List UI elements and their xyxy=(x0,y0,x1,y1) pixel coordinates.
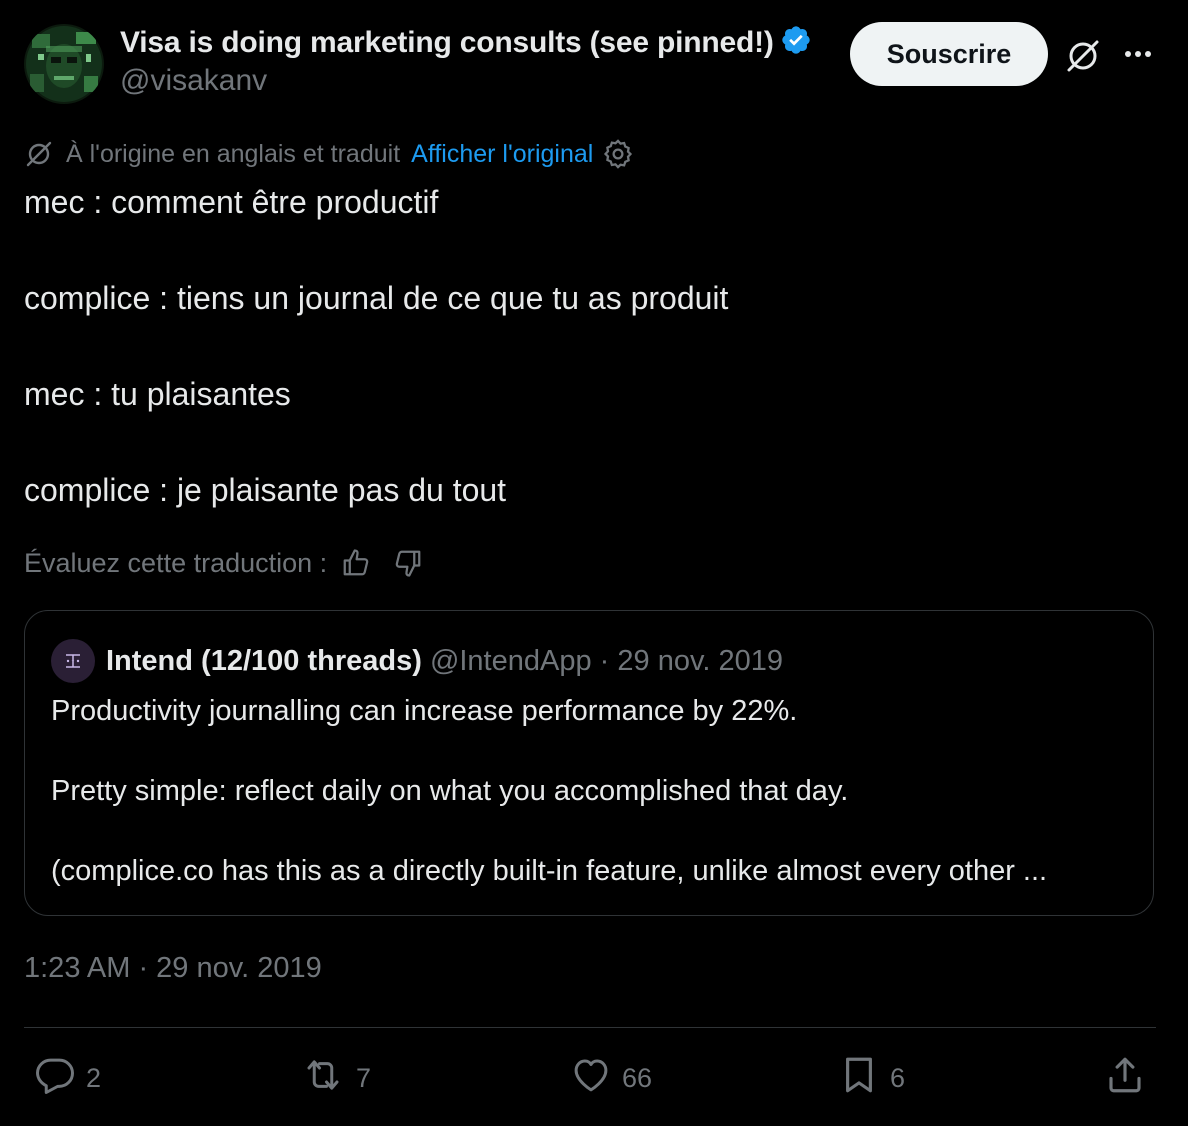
author-name-text: Visa is doing marketing consults (see pi… xyxy=(120,26,774,59)
share-icon xyxy=(1104,1054,1146,1103)
bookmark-button[interactable]: 6 xyxy=(838,1056,905,1100)
verified-badge-icon[interactable] xyxy=(780,24,812,64)
author-name[interactable]: Visa is doing marketing consults (see pi… xyxy=(120,24,812,64)
quote-line: (complice.co has this as a directly buil… xyxy=(51,855,1048,887)
bookmark-count: 6 xyxy=(890,1062,906,1093)
author-handle[interactable]: @visakanv xyxy=(120,64,267,98)
quote-author-handle[interactable]: @IntendApp xyxy=(430,645,592,677)
grok-icon[interactable] xyxy=(1063,36,1103,76)
reply-count: 2 xyxy=(86,1062,102,1093)
bookmark-icon xyxy=(838,1054,880,1103)
reply-icon xyxy=(34,1054,76,1103)
tweet-line: complice : je plaisante pas du tout xyxy=(24,472,507,508)
translation-note: À l'origine en anglais et traduit xyxy=(66,139,401,168)
more-icon[interactable] xyxy=(1118,36,1158,76)
quote-line: Pretty simple: reflect daily on what you… xyxy=(51,775,849,807)
heart-icon xyxy=(570,1054,612,1103)
tweet-line: complice : tiens un journal de ce que tu… xyxy=(24,280,729,316)
retweet-button[interactable]: 7 xyxy=(300,1056,371,1100)
quote-header: Intend (12/100 threads) @IntendApp · 29 … xyxy=(106,641,783,681)
like-count: 66 xyxy=(622,1062,653,1093)
grok-translate-icon xyxy=(24,139,54,169)
tweet-text: mec : comment être productif complice : … xyxy=(24,178,1154,514)
quote-text: Productivity journalling can increase pe… xyxy=(51,691,1131,891)
thumbs-up-icon[interactable] xyxy=(341,548,371,578)
retweet-icon xyxy=(300,1054,346,1103)
retweet-count: 7 xyxy=(356,1062,372,1093)
quote-avatar[interactable]: I xyxy=(51,639,95,683)
subscribe-button[interactable]: Souscrire xyxy=(850,22,1048,86)
like-button[interactable]: 66 xyxy=(570,1056,652,1100)
gear-icon[interactable] xyxy=(603,139,633,169)
tweet: Visa is doing marketing consults (see pi… xyxy=(0,0,1188,1126)
quote-line: Productivity journalling can increase pe… xyxy=(51,695,798,727)
show-original-link[interactable]: Afficher l'original xyxy=(411,140,593,169)
divider xyxy=(24,1027,1156,1028)
reply-button[interactable]: 2 xyxy=(34,1056,101,1100)
tweet-line: mec : tu plaisantes xyxy=(24,376,291,412)
author-avatar[interactable] xyxy=(24,24,104,104)
quote-separator: · xyxy=(599,645,610,677)
rate-translation-label: Évaluez cette traduction : xyxy=(24,547,328,578)
quote-author-name[interactable]: Intend (12/100 threads) xyxy=(106,645,422,677)
tweet-timestamp[interactable]: 1:23 AM · 29 nov. 2019 xyxy=(24,952,322,985)
rate-translation: Évaluez cette traduction : xyxy=(24,543,423,583)
quote-date[interactable]: 29 nov. 2019 xyxy=(617,645,783,677)
translation-bar: À l'origine en anglais et traduit Affich… xyxy=(24,136,633,172)
thumbs-down-icon[interactable] xyxy=(393,548,423,578)
tweet-line: mec : comment être productif xyxy=(24,184,439,220)
quoted-tweet[interactable]: I Intend (12/100 threads) @IntendApp · 2… xyxy=(24,610,1154,916)
share-button[interactable] xyxy=(1104,1056,1146,1100)
